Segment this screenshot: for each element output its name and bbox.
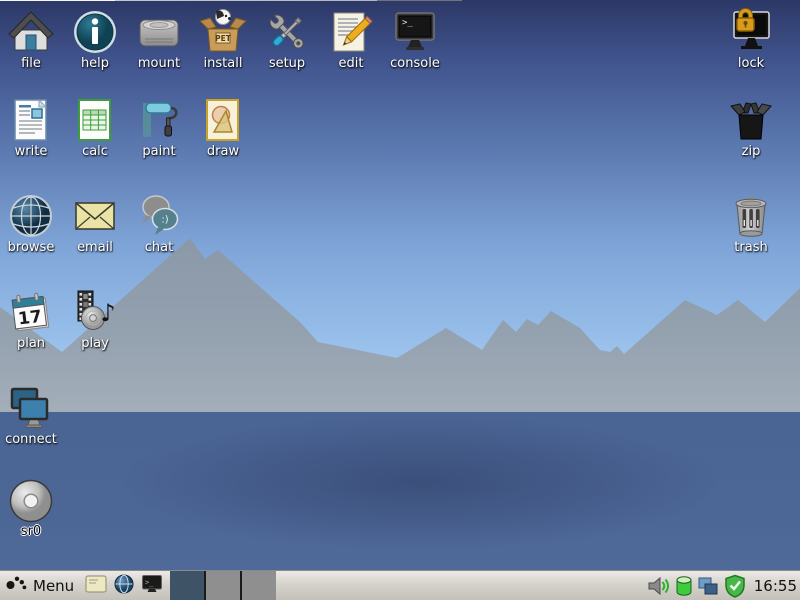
icon-label: sr0: [21, 525, 41, 539]
desktop-icon-file[interactable]: file: [0, 8, 62, 71]
pager-cell-1[interactable]: [170, 571, 204, 600]
info-icon: [71, 8, 119, 56]
media-icon: ♪: [71, 288, 119, 336]
puppy-paw-icon: [6, 575, 28, 597]
trashcan-icon: [727, 192, 775, 240]
icon-label: help: [81, 57, 109, 71]
volume-icon[interactable]: [647, 575, 671, 597]
icon-label: setup: [269, 57, 305, 71]
music-note-glyph: ♪: [100, 299, 115, 327]
desktop-icon-help[interactable]: help: [64, 8, 126, 71]
calendar-day-text: 17: [17, 307, 43, 330]
cdrom-icon: [8, 478, 54, 524]
firewall-shield-icon[interactable]: [723, 574, 747, 598]
editor-icon: [85, 574, 107, 598]
harddrive-icon: [135, 8, 183, 56]
terminal-prompt-text: >_: [145, 578, 154, 586]
desktop-icon-zip[interactable]: zip: [720, 96, 782, 159]
pet-label: PET: [215, 34, 232, 43]
terminal-small-icon: >_: [141, 574, 163, 598]
desktop-icon-lock[interactable]: lock: [720, 8, 782, 71]
icon-label: play: [81, 337, 109, 351]
tools-icon: [263, 8, 311, 56]
icon-label: trash: [734, 241, 767, 255]
menu-button[interactable]: Menu: [0, 571, 80, 600]
icon-label: lock: [738, 57, 764, 71]
notepad-pencil-icon: [327, 8, 375, 56]
network-icon[interactable]: [697, 576, 719, 596]
desktop-icon-play[interactable]: ♪ play: [64, 288, 126, 351]
desktop-icon-calc[interactable]: calc: [64, 96, 126, 159]
icon-label: write: [15, 145, 48, 159]
speech-bubbles-icon: :): [135, 192, 183, 240]
disk-usage-icon[interactable]: [675, 575, 693, 597]
desktop-icon-draw[interactable]: draw: [192, 96, 254, 159]
icon-label: console: [390, 57, 440, 71]
launcher-terminal[interactable]: >_: [140, 574, 164, 598]
icon-label: edit: [339, 57, 364, 71]
icon-label: zip: [742, 145, 761, 159]
desktop-icon-setup[interactable]: setup: [256, 8, 318, 71]
paint-roller-icon: [135, 96, 183, 144]
desktop-icon-mount[interactable]: mount: [128, 8, 190, 71]
system-tray: 16:55: [647, 574, 800, 598]
globe-icon: [7, 192, 55, 240]
launcher-editor[interactable]: [84, 574, 108, 598]
icon-label: connect: [5, 433, 57, 447]
pager-cell-2[interactable]: [204, 571, 240, 600]
spreadsheet-icon: [71, 96, 119, 144]
taskbar: Menu >_: [0, 570, 800, 600]
desktop-icon-sr0[interactable]: sr0: [0, 478, 62, 539]
box-icon: [727, 96, 775, 144]
desktop-icon-edit[interactable]: edit: [320, 8, 382, 71]
house-icon: [7, 8, 55, 56]
launcher-web[interactable]: [112, 574, 136, 598]
envelope-icon: [71, 192, 119, 240]
desktop-icon-plan[interactable]: 17 plan: [0, 288, 62, 351]
icon-label: plan: [17, 337, 45, 351]
icon-label: calc: [82, 145, 108, 159]
icon-label: email: [77, 241, 113, 255]
pet-package-icon: PET: [199, 8, 247, 56]
icon-label: draw: [207, 145, 239, 159]
icon-label: paint: [142, 145, 175, 159]
icon-label: chat: [145, 241, 173, 255]
desktop-icon-install[interactable]: PET install: [192, 8, 254, 71]
desktop-icon-paint[interactable]: paint: [128, 96, 190, 159]
terminal-icon: >_: [391, 8, 439, 56]
screen-edge-artifact: [0, 0, 462, 1]
shapes-document-icon: [199, 96, 247, 144]
clock: 16:55: [754, 577, 797, 595]
lock-screen-icon: [727, 8, 775, 56]
desktop-icon-write[interactable]: write: [0, 96, 62, 159]
pager-cell-3[interactable]: [240, 571, 276, 600]
monitors-icon: [7, 384, 55, 432]
desktop-icon-email[interactable]: email: [64, 192, 126, 255]
desktop-icon-chat[interactable]: :) chat: [128, 192, 190, 255]
console-prompt-text: >_: [402, 18, 413, 28]
desktop-icon-browse[interactable]: browse: [0, 192, 62, 255]
globe-small-icon: [114, 574, 134, 598]
calendar-icon: 17: [7, 288, 55, 336]
document-icon: [7, 96, 55, 144]
desktop: file help mount: [0, 0, 800, 600]
desktop-icon-trash[interactable]: trash: [720, 192, 782, 255]
desktop-icon-connect[interactable]: connect: [0, 384, 62, 447]
menu-label: Menu: [33, 577, 74, 595]
icon-label: install: [204, 57, 243, 71]
workspace-pager: [170, 571, 276, 600]
chat-face-text: :): [161, 215, 168, 226]
icon-label: mount: [138, 57, 180, 71]
icon-label: browse: [8, 241, 55, 255]
icon-label: file: [21, 57, 41, 71]
desktop-icon-console[interactable]: >_ console: [384, 8, 446, 71]
